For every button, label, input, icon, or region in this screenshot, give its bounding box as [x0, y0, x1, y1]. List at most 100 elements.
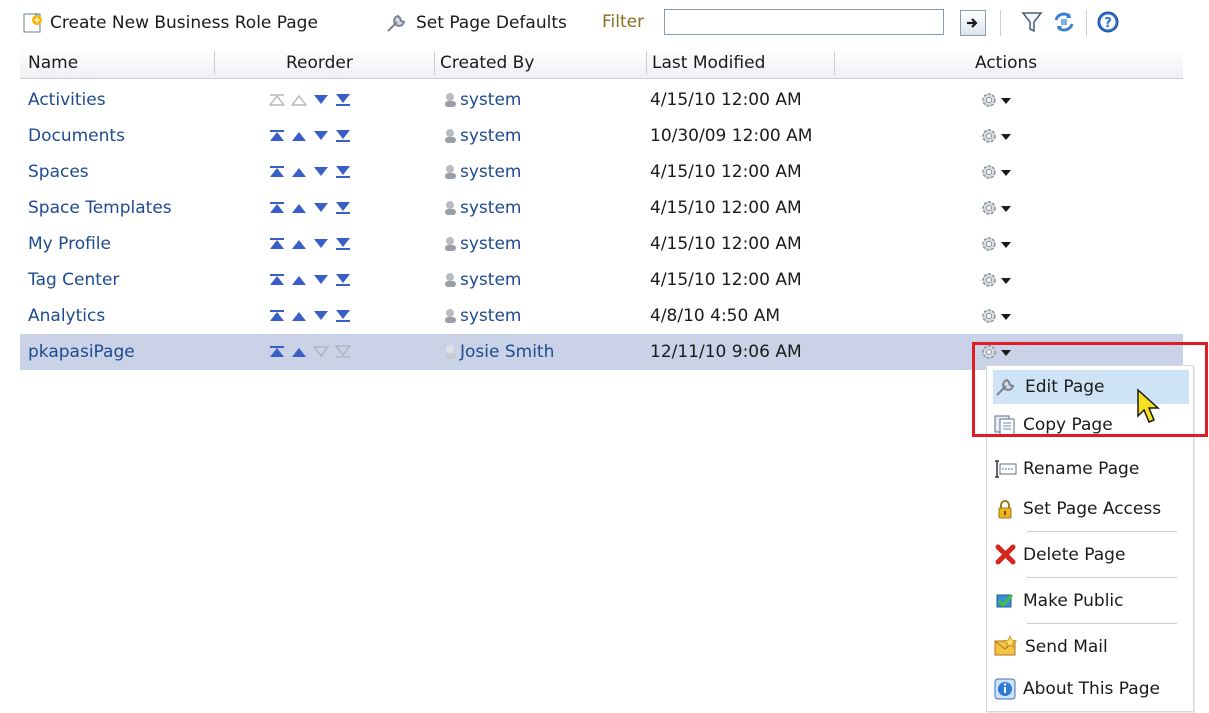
created-by-link[interactable]: system: [444, 262, 521, 298]
actions-menu-button[interactable]: [980, 298, 1012, 334]
move-to-top-icon[interactable]: [268, 343, 286, 361]
chevron-down-icon: [1001, 98, 1011, 104]
move-down-icon[interactable]: [312, 91, 330, 109]
column-header-name[interactable]: Name: [28, 48, 78, 78]
column-header-last-modified[interactable]: Last Modified: [652, 48, 765, 78]
menu-item-delete-page[interactable]: Delete Page: [993, 538, 1189, 572]
created-by-link[interactable]: system: [444, 82, 521, 118]
page-name-link[interactable]: Analytics: [28, 298, 105, 334]
move-to-bottom-icon[interactable]: [334, 127, 352, 145]
page-name-link[interactable]: Tag Center: [28, 262, 119, 298]
column-divider: [834, 51, 835, 75]
move-to-bottom-icon[interactable]: [334, 199, 352, 217]
move-up-icon[interactable]: [290, 307, 308, 325]
table-row[interactable]: Space Templates system 4/15/10 12:00 AM: [20, 190, 1183, 226]
page-name-link[interactable]: Space Templates: [28, 190, 172, 226]
move-down-icon: [312, 343, 330, 361]
set-page-defaults-button[interactable]: Set Page Defaults: [384, 10, 567, 36]
created-by-link[interactable]: system: [444, 154, 521, 190]
created-by-link[interactable]: system: [444, 190, 521, 226]
table-row[interactable]: My Profile system 4/15/10 12:00 AM: [20, 226, 1183, 262]
created-by-link[interactable]: Josie Smith: [444, 334, 554, 370]
created-by-link[interactable]: system: [444, 226, 521, 262]
column-header-created-by[interactable]: Created By: [440, 48, 534, 78]
reorder-controls: [268, 226, 352, 262]
last-modified-value: 4/15/10 12:00 AM: [650, 162, 802, 182]
created-by-link[interactable]: system: [444, 298, 521, 334]
menu-item-label: Delete Page: [1023, 545, 1126, 565]
user-icon: [445, 129, 456, 143]
move-to-top-icon[interactable]: [268, 127, 286, 145]
table-row[interactable]: Analytics system 4/8/10 4:50 AM: [20, 298, 1183, 334]
move-to-bottom-icon[interactable]: [334, 91, 352, 109]
filter-funnel-button[interactable]: [1018, 8, 1046, 36]
filter-go-button[interactable]: [960, 10, 986, 36]
move-to-top-icon[interactable]: [268, 199, 286, 217]
move-up-icon[interactable]: [290, 235, 308, 253]
move-to-bottom-icon[interactable]: [334, 163, 352, 181]
menu-item-set-page-access[interactable]: Set Page Access: [993, 492, 1189, 526]
move-to-bottom-icon[interactable]: [334, 235, 352, 253]
user-icon: [445, 273, 456, 287]
filter-input[interactable]: [664, 9, 944, 35]
page-name-link[interactable]: Documents: [28, 118, 125, 154]
page-name-link[interactable]: My Profile: [28, 226, 111, 262]
move-to-top-icon[interactable]: [268, 271, 286, 289]
move-down-icon[interactable]: [312, 235, 330, 253]
move-to-top-icon[interactable]: [268, 235, 286, 253]
move-up-icon[interactable]: [290, 271, 308, 289]
menu-item-about-this-page[interactable]: About This Page: [993, 672, 1189, 706]
move-to-top-icon[interactable]: [268, 163, 286, 181]
table-row[interactable]: Spaces system 4/15/10 12:00 AM: [20, 154, 1183, 190]
move-down-icon[interactable]: [312, 199, 330, 217]
actions-menu-button[interactable]: [980, 118, 1012, 154]
last-modified-value: 4/8/10 4:50 AM: [650, 306, 780, 326]
menu-item-make-public[interactable]: Make Public: [993, 584, 1189, 618]
info-icon: [994, 678, 1016, 700]
move-down-icon[interactable]: [312, 307, 330, 325]
chevron-down-icon: [1001, 314, 1011, 320]
menu-item-send-mail[interactable]: Send Mail: [993, 630, 1189, 664]
column-header-actions[interactable]: Actions: [975, 48, 1037, 78]
create-page-button[interactable]: Create New Business Role Page: [22, 10, 318, 36]
refresh-button[interactable]: [1050, 8, 1078, 36]
move-to-bottom-icon[interactable]: [334, 271, 352, 289]
column-header-reorder[interactable]: Reorder: [286, 48, 353, 78]
help-button[interactable]: ?: [1094, 8, 1122, 36]
created-by-link[interactable]: system: [444, 118, 521, 154]
move-down-icon[interactable]: [312, 163, 330, 181]
svg-text:?: ?: [1104, 16, 1112, 31]
user-icon: [445, 93, 456, 107]
table-row[interactable]: Documents system 10/30/09 12:00 AM: [20, 118, 1183, 154]
created-by-label: system: [460, 126, 522, 146]
gear-icon: [982, 201, 996, 215]
table-row[interactable]: Activities system 4/15/10 12:00 AM: [20, 82, 1183, 118]
actions-menu-button[interactable]: [980, 226, 1012, 262]
table-header: Name Reorder Created By Last Modified Ac…: [20, 48, 1183, 79]
menu-item-rename-page[interactable]: Rename Page: [993, 452, 1189, 486]
move-to-bottom-icon[interactable]: [334, 307, 352, 325]
gear-icon: [982, 273, 996, 287]
move-up-icon[interactable]: [290, 199, 308, 217]
move-down-icon[interactable]: [312, 271, 330, 289]
move-up-icon[interactable]: [290, 127, 308, 145]
gear-icon: [982, 129, 996, 143]
actions-menu-button[interactable]: [980, 190, 1012, 226]
move-to-top-icon[interactable]: [268, 307, 286, 325]
move-down-icon[interactable]: [312, 127, 330, 145]
table-row[interactable]: Tag Center system 4/15/10 12:00 AM: [20, 262, 1183, 298]
page-name-link[interactable]: Spaces: [28, 154, 89, 190]
actions-menu-button[interactable]: [980, 262, 1012, 298]
actions-menu-button[interactable]: [980, 82, 1012, 118]
gear-icon: [982, 165, 996, 179]
gear-icon: [982, 237, 996, 251]
chevron-down-icon: [1001, 242, 1011, 248]
reorder-controls: [268, 298, 352, 334]
move-up-icon[interactable]: [290, 163, 308, 181]
actions-menu-button[interactable]: [980, 154, 1012, 190]
column-divider: [214, 51, 215, 75]
menu-separator: [1027, 577, 1177, 578]
page-name-link[interactable]: pkapasiPage: [28, 334, 135, 370]
page-name-link[interactable]: Activities: [28, 82, 106, 118]
move-up-icon[interactable]: [290, 343, 308, 361]
